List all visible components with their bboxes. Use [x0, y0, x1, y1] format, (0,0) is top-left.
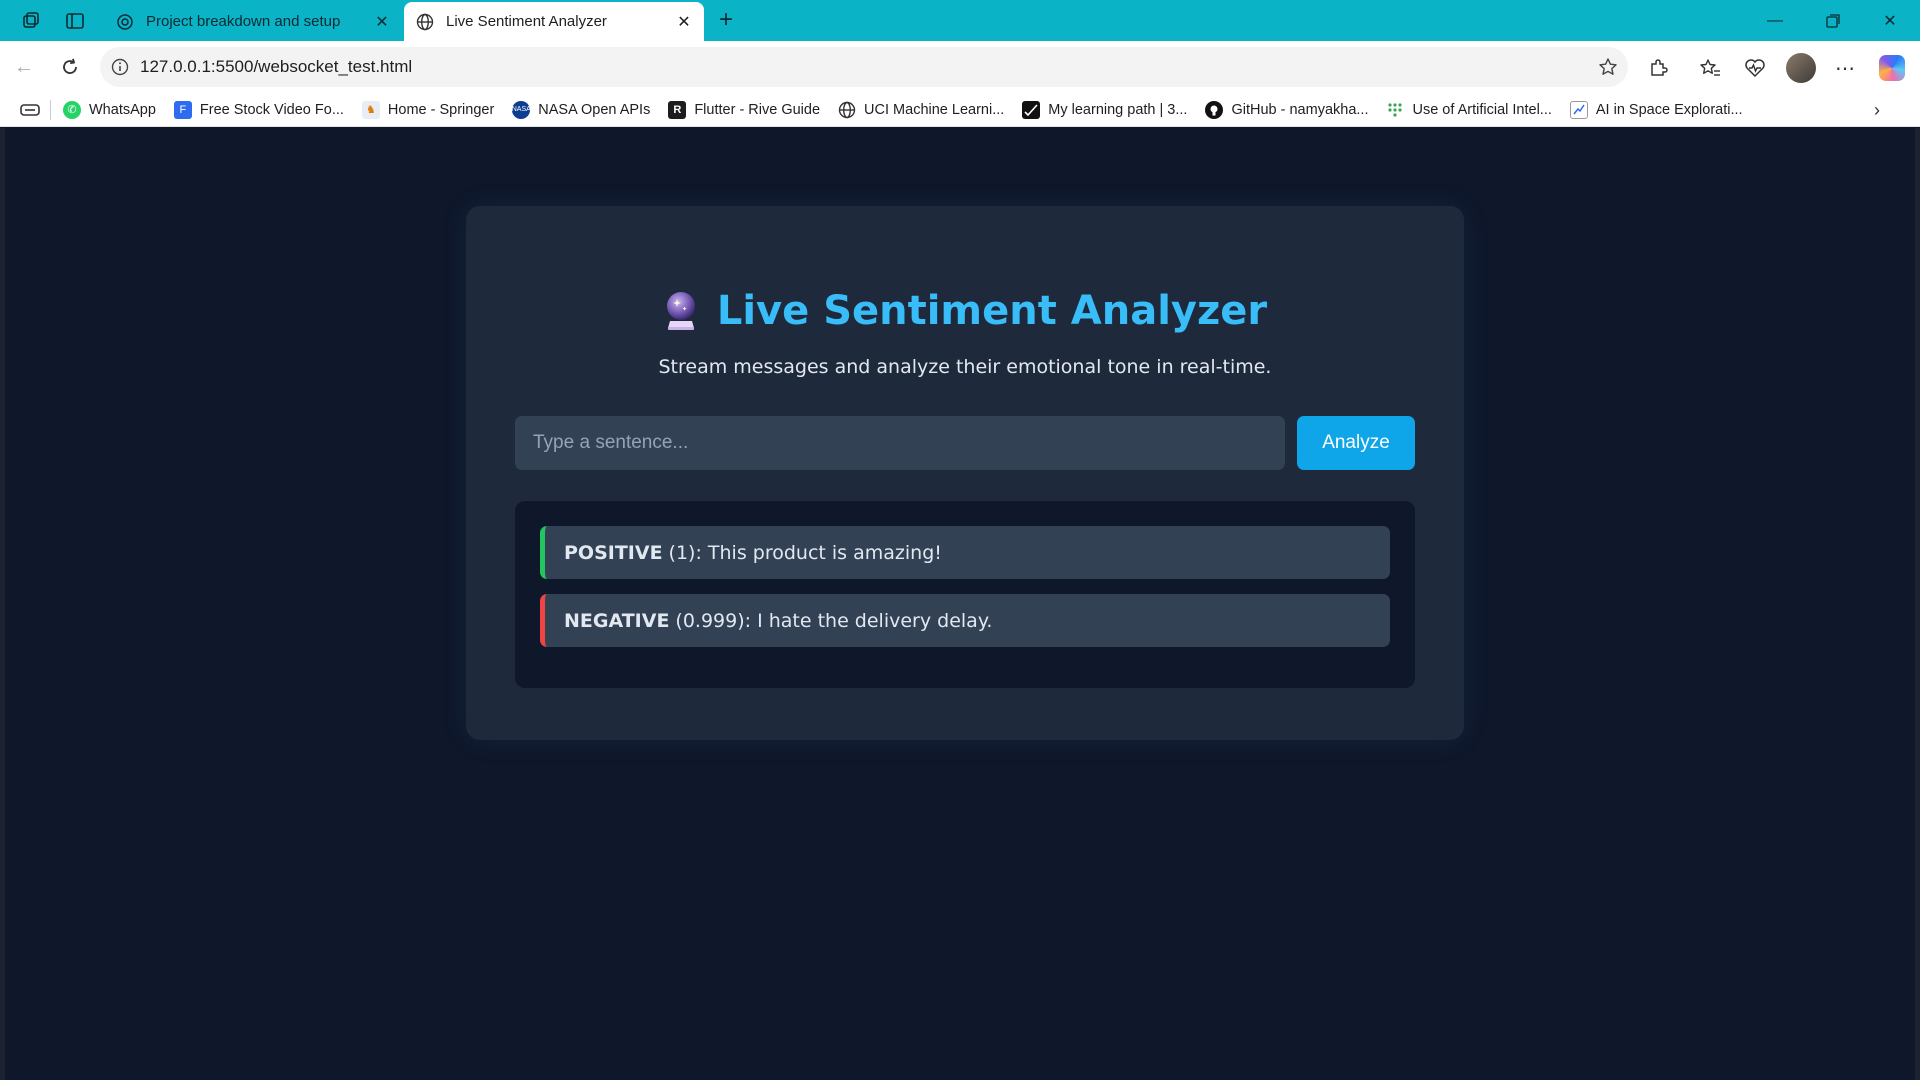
tab-actions-icon[interactable] [62, 8, 88, 34]
chart-doc-icon [1569, 100, 1588, 119]
bookmark-label: NASA Open APIs [538, 101, 651, 118]
bookmark-label: Flutter - Rive Guide [694, 101, 821, 118]
workspaces-icon[interactable] [18, 8, 44, 34]
close-icon[interactable]: ✕ [672, 10, 696, 34]
rive-icon: R [668, 100, 687, 119]
bookmark-label: My learning path | 3... [1048, 101, 1188, 118]
sentence-input[interactable] [515, 416, 1285, 470]
page-title: Live Sentiment Analyzer [466, 288, 1464, 334]
grid-dots-icon [1386, 101, 1404, 119]
result-item-negative: NEGATIVE (0.999): I hate the delivery de… [540, 594, 1390, 647]
bookmark-github[interactable]: GitHub - namyakha... [1197, 96, 1378, 124]
bookmark-artificial-intel[interactable]: Use of Artificial Intel... [1378, 96, 1561, 124]
bookmark-f-icon: F [173, 100, 192, 119]
bookmark-free-stock-video[interactable]: F Free Stock Video Fo... [166, 96, 354, 124]
restore-icon[interactable] [1805, 0, 1861, 41]
reload-icon[interactable] [54, 51, 86, 83]
bookmark-label: WhatsApp [89, 101, 156, 118]
bookmark-springer[interactable]: ♞ Home - Springer [354, 96, 504, 124]
sentiment-label: NEGATIVE [564, 609, 670, 632]
chevron-right-icon[interactable]: › [1864, 97, 1890, 123]
browser-essentials-icon[interactable] [1740, 53, 1770, 83]
copilot-icon[interactable] [1879, 55, 1905, 81]
new-tab-button[interactable]: + [712, 6, 740, 34]
tab-live-sentiment[interactable]: Live Sentiment Analyzer ✕ [404, 2, 704, 41]
bookmark-label: Free Stock Video Fo... [199, 101, 344, 118]
extensions-icon[interactable] [1643, 53, 1673, 83]
sentiment-detail: (0.999): I hate the delivery delay. [675, 609, 993, 632]
crystal-ball-icon [663, 290, 699, 330]
site-info-icon[interactable] [100, 58, 140, 76]
url-text: 127.0.0.1:5500/websocket_test.html [140, 57, 413, 76]
title-text: Live Sentiment Analyzer [716, 288, 1268, 334]
profile-avatar[interactable] [1786, 53, 1816, 83]
bookmark-label: Use of Artificial Intel... [1412, 101, 1552, 118]
address-bar[interactable]: 127.0.0.1:5500/websocket_test.html [100, 47, 1628, 87]
whatsapp-icon: ✆ [63, 100, 81, 119]
nasa-icon: NASA [512, 100, 531, 119]
minimize-icon[interactable]: — [1747, 0, 1803, 41]
favorites-icon[interactable] [1695, 53, 1725, 83]
github-icon [1205, 100, 1224, 119]
back-arrow-icon[interactable]: ← [8, 51, 40, 83]
bookmark-rive[interactable]: R Flutter - Rive Guide [660, 96, 830, 124]
more-options-icon[interactable]: ⋯ [1830, 53, 1860, 83]
tab-project-breakdown[interactable]: Project breakdown and setup ✕ [104, 2, 402, 41]
browser-title-bar: Project breakdown and setup ✕ Live Senti… [0, 0, 1920, 41]
bookmark-uci[interactable]: UCI Machine Learni... [830, 96, 1014, 124]
close-icon[interactable]: ✕ [370, 10, 394, 34]
results-panel: POSITIVE (1): This product is amazing! N… [515, 501, 1415, 688]
bookmark-label: GitHub - namyakha... [1231, 101, 1369, 118]
close-window-icon[interactable]: ✕ [1862, 0, 1918, 41]
result-item-positive: POSITIVE (1): This product is amazing! [540, 526, 1390, 579]
springer-icon: ♞ [361, 100, 380, 119]
page-viewport: Live Sentiment Analyzer Stream messages … [0, 128, 1920, 1080]
sentiment-detail: (1): This product is amazing! [668, 541, 942, 564]
bookmark-nasa[interactable]: NASA NASA Open APIs [504, 96, 660, 124]
globe-icon [838, 101, 856, 119]
bookmark-label: Home - Springer [387, 101, 495, 118]
globe-icon [416, 13, 434, 31]
bookmark-whatsapp[interactable]: ✆ WhatsApp [55, 96, 166, 124]
bookmark-learning-path[interactable]: My learning path | 3... [1014, 96, 1197, 124]
tab-title: Project breakdown and setup [146, 13, 341, 30]
analyzer-card: Live Sentiment Analyzer Stream messages … [466, 206, 1464, 740]
learning-icon [1022, 100, 1041, 119]
collections-icon[interactable] [0, 96, 46, 124]
bookmark-ai-space[interactable]: AI in Space Explorati... [1562, 96, 1753, 124]
tab-title: Live Sentiment Analyzer [446, 13, 607, 30]
bookmarks-bar: ✆ WhatsApp F Free Stock Video Fo... ♞ Ho… [0, 93, 1920, 127]
sentiment-label: POSITIVE [564, 541, 663, 564]
bookmark-label: UCI Machine Learni... [864, 101, 1005, 118]
bookmark-separator [50, 99, 51, 120]
bookmark-label: AI in Space Explorati... [1595, 101, 1743, 118]
page-subtitle: Stream messages and analyze their emotio… [658, 356, 1272, 378]
favorite-star-icon[interactable] [1588, 57, 1628, 77]
chatgpt-icon [116, 13, 134, 31]
browser-toolbar: ← 127.0.0.1:5500/websocket_test.html ⋯ [0, 41, 1920, 93]
analyze-button[interactable]: Analyze [1297, 416, 1415, 470]
